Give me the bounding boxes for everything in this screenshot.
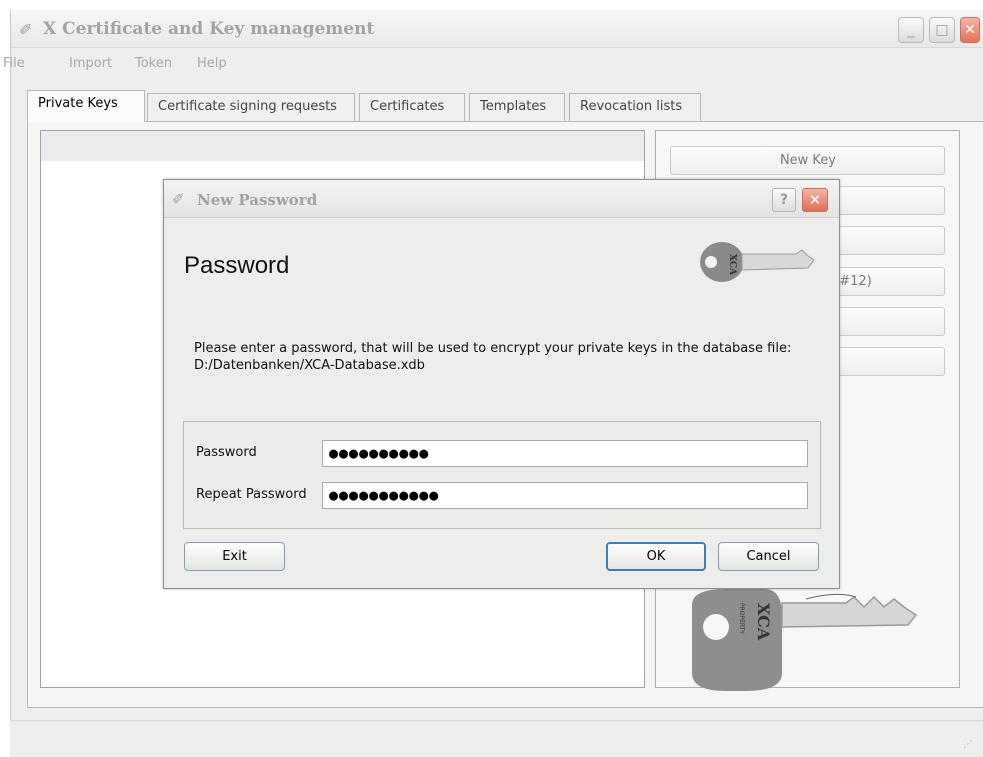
- new-key-button[interactable]: New Key: [670, 146, 945, 175]
- ok-button[interactable]: OK: [606, 542, 706, 571]
- password-input[interactable]: ●●●●●●●●●●: [322, 440, 808, 467]
- key-icon: XCA: [700, 242, 815, 282]
- exit-button[interactable]: Exit: [184, 542, 285, 571]
- tab-templates[interactable]: Templates: [469, 93, 565, 121]
- key-brand-text: XCA: [754, 603, 773, 641]
- dialog-title: New Password: [197, 191, 318, 209]
- key-icon-brand: XCA: [727, 254, 737, 276]
- repeat-password-label: Repeat Password: [196, 487, 307, 502]
- main-titlebar[interactable]: ✐ X Certificate and Key management _ □ ✕: [11, 10, 983, 48]
- tab-certificate-signing-requests[interactable]: Certificate signing requests: [147, 93, 355, 121]
- dialog-message: Please enter a password, that will be us…: [194, 340, 834, 374]
- window-title: X Certificate and Key management: [43, 19, 375, 39]
- dialog-titlebar[interactable]: ✐ New Password ? ✕: [164, 180, 839, 218]
- tab-revocation-lists[interactable]: Revocation lists: [569, 93, 701, 121]
- xca-key-logo: XCA PROPERTY: [692, 589, 918, 691]
- resize-grip-icon[interactable]: ⋰: [963, 739, 977, 753]
- menu-import[interactable]: Import: [69, 56, 112, 71]
- cancel-button[interactable]: Cancel: [718, 542, 819, 571]
- xca-app-icon: ✐: [172, 190, 185, 208]
- xca-app-icon: ✐: [19, 20, 33, 39]
- list-header[interactable]: [41, 131, 644, 161]
- statusbar: ⋰: [10, 720, 983, 757]
- database-path: D:/Datenbanken/XCA-Database.xdb: [194, 358, 425, 373]
- menubar: File Import Token Help: [3, 50, 983, 76]
- message-line-1: Please enter a password, that will be us…: [194, 341, 792, 356]
- minimize-button[interactable]: _: [898, 17, 924, 43]
- tab-private-keys[interactable]: Private Keys: [27, 90, 145, 122]
- dialog-heading: Password: [184, 252, 290, 279]
- repeat-password-input[interactable]: ●●●●●●●●●●●: [322, 482, 808, 509]
- menu-file[interactable]: File: [3, 56, 25, 71]
- maximize-button[interactable]: □: [929, 17, 955, 43]
- key-brand-small: PROPERTY: [738, 603, 745, 634]
- close-button[interactable]: ✕: [960, 17, 980, 43]
- help-button[interactable]: ?: [772, 188, 796, 212]
- tab-certificates[interactable]: Certificates: [359, 93, 465, 121]
- menu-help[interactable]: Help: [197, 56, 227, 71]
- password-fields-group: Password ●●●●●●●●●● Repeat Password ●●●●…: [183, 421, 821, 529]
- menu-token[interactable]: Token: [135, 56, 172, 71]
- dialog-close-button[interactable]: ✕: [802, 188, 828, 212]
- password-label: Password: [196, 445, 257, 460]
- new-password-dialog: ✐ New Password ? ✕ Password XCA Please e…: [163, 179, 840, 589]
